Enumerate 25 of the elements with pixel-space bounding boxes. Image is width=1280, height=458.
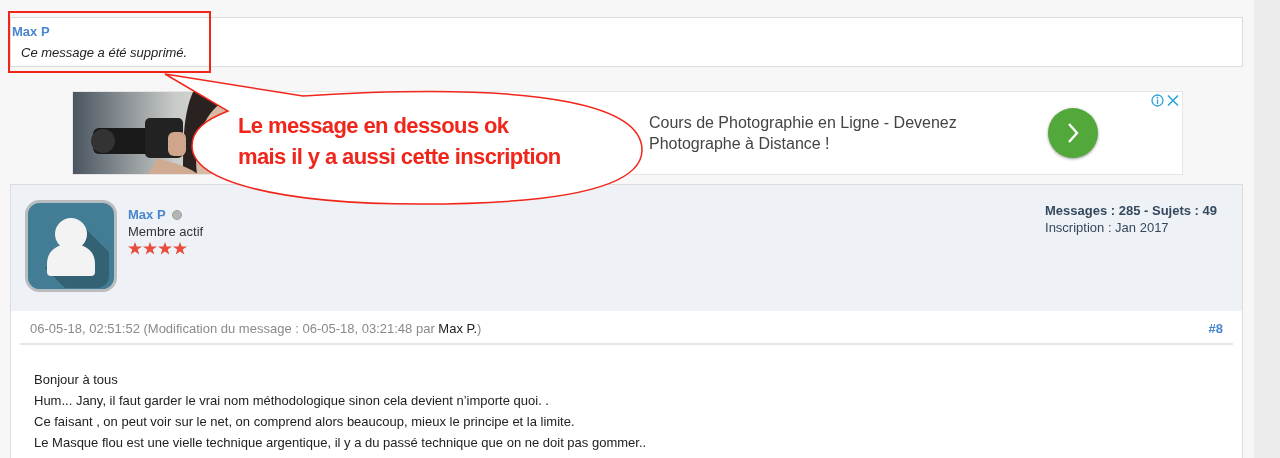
post-number-link[interactable]: #8 [1208, 321, 1223, 336]
post-text-line: Le Masque flou est une vielle technique argentique, il y a du passé technique que on ne doit pas gommer.. [34, 434, 647, 452]
star-icon [128, 242, 142, 255]
post-text-line: Bonjour à tous [34, 371, 118, 389]
close-icon[interactable] [1167, 94, 1179, 107]
post-text-line: Ce faisant , on peut voir sur le net, on comprend alors beaucoup, mieux le principe et la limite. [34, 413, 575, 431]
post-meta: 06-05-18, 02:51:52 (Modification du message : 06-05-18, 03:21:48 par Max P.) [30, 321, 482, 336]
star-icon [158, 242, 172, 255]
member-stats: Messages : 285 - Sujets : 49 [1045, 203, 1217, 218]
annotation-text: Le message en dessous ok [238, 112, 509, 139]
star-icon [143, 242, 157, 255]
post-text-line: Hum... Jany, il faut garder le vrai nom méthodologique sinon cela devient n’importe quoi. . [34, 392, 549, 410]
author-link[interactable]: Max P [128, 207, 166, 222]
member-rank: Membre actif [128, 224, 204, 239]
chevron-icon [1066, 122, 1080, 144]
avatar-icon [25, 200, 117, 292]
deleted-message: Ce message a été supprimé. [21, 45, 188, 60]
annotation-text: mais il y a aussi cette inscription [238, 143, 561, 170]
author-link[interactable]: Max P [12, 24, 50, 39]
star-icon [173, 242, 187, 255]
ad-headline[interactable]: Cours de Photographie en Ligne - Devenez Photographe à Distance ! [649, 112, 979, 154]
join-date: Inscription : Jan 2017 [1045, 220, 1169, 235]
editor-link[interactable]: Max P. [438, 321, 478, 336]
next-button[interactable] [1048, 108, 1098, 158]
info-icon[interactable] [1151, 94, 1164, 107]
